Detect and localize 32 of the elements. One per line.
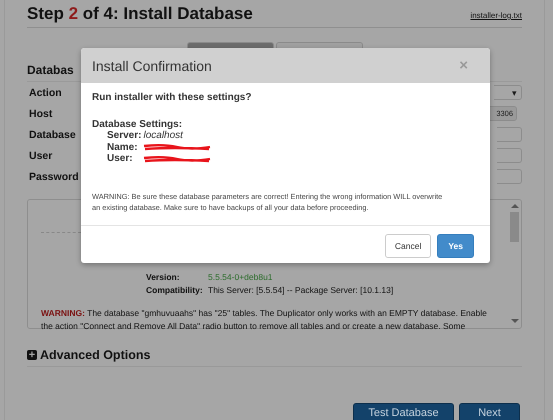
detail-label: Version: xyxy=(146,271,181,284)
field-label: User xyxy=(29,150,52,162)
scroll-thumb[interactable] xyxy=(510,212,519,242)
detail-value: 5.5.54-0+deb8u1 xyxy=(208,271,273,284)
scroll-down-icon[interactable] xyxy=(510,318,518,324)
action-button[interactable]: Test Database xyxy=(353,403,454,420)
dialog-question: Run installer with these settings? xyxy=(92,92,252,103)
log-link[interactable]: installer-log.txt xyxy=(470,11,522,20)
field-label: Password xyxy=(29,170,79,182)
warning-text: WARNING: The database "gmhuvuaahs" has "25" tables. The Duplicator only works with an EMPTY database. Enable the action "Connect and Remove All Data" radio button to remove all tables and or create a new database. Some xyxy=(41,307,488,333)
settings-heading: Database Settings: xyxy=(92,119,184,130)
input-field[interactable] xyxy=(497,148,522,163)
cancel-button[interactable]: Cancel xyxy=(384,234,432,258)
page-title: Step 2 of 4: Install Database xyxy=(27,4,253,24)
setting-label: Name: xyxy=(107,142,139,153)
setting-label: Server: xyxy=(107,130,142,142)
yes-button[interactable]: Yes xyxy=(437,234,474,258)
field-label: Host xyxy=(29,108,52,120)
action-button[interactable]: Next xyxy=(459,403,520,420)
plus-icon[interactable]: + xyxy=(27,350,37,360)
advanced-options-toggle[interactable]: Advanced Options xyxy=(40,348,150,362)
input-field[interactable] xyxy=(497,169,522,184)
select-field[interactable]: ▾ xyxy=(494,85,522,100)
field-label: Database xyxy=(29,128,76,140)
setting-label: User: xyxy=(107,153,134,164)
detail-value: This Server: [5.5.54] -- Package Server: [10.1.13] xyxy=(208,284,394,297)
caret-icon: ▾ xyxy=(512,88,517,98)
input-field[interactable] xyxy=(497,127,522,142)
setting-value: localhost xyxy=(143,130,183,142)
scroll-up-icon[interactable] xyxy=(510,203,518,209)
field-label: Action xyxy=(29,86,62,98)
detail-label: Compatibility: xyxy=(146,284,204,297)
